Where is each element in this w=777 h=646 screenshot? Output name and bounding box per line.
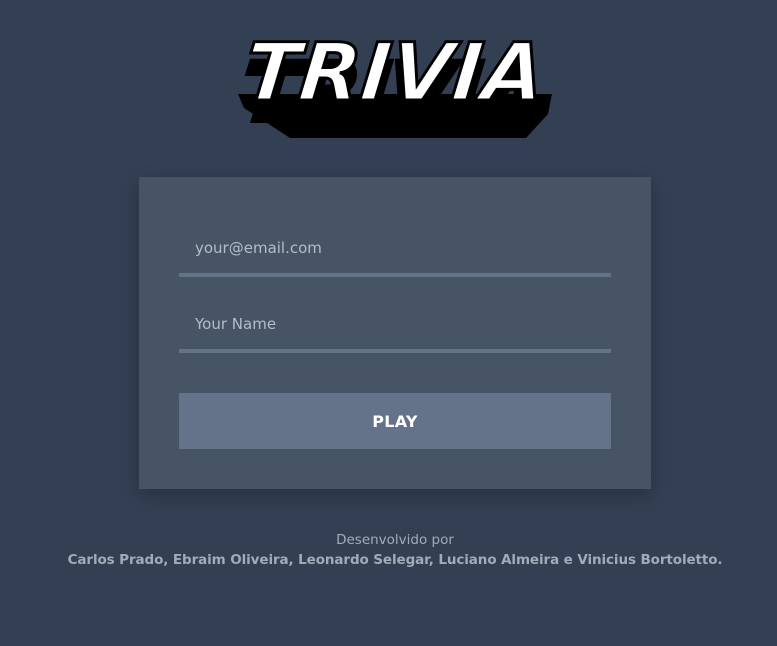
footer-credits: Desenvolvido por Carlos Prado, Ebraim Ol… [0, 530, 777, 570]
email-input[interactable] [179, 223, 611, 273]
developed-by-label: Desenvolvido por [336, 532, 454, 548]
email-field-wrapper [179, 223, 611, 277]
authors-list: Carlos Prado, Ebraim Oliveira, Leonardo … [67, 552, 723, 568]
name-field-wrapper [179, 299, 611, 353]
login-card: PLAY [139, 177, 651, 489]
name-input[interactable] [179, 299, 611, 349]
login-page: TRIVIA TRIVIA PLAY Desenvolvido por Carl… [0, 0, 777, 646]
trivia-logo: TRIVIA TRIVIA [230, 22, 560, 142]
logo-text: TRIVIA [240, 26, 549, 119]
play-button[interactable]: PLAY [179, 393, 611, 449]
